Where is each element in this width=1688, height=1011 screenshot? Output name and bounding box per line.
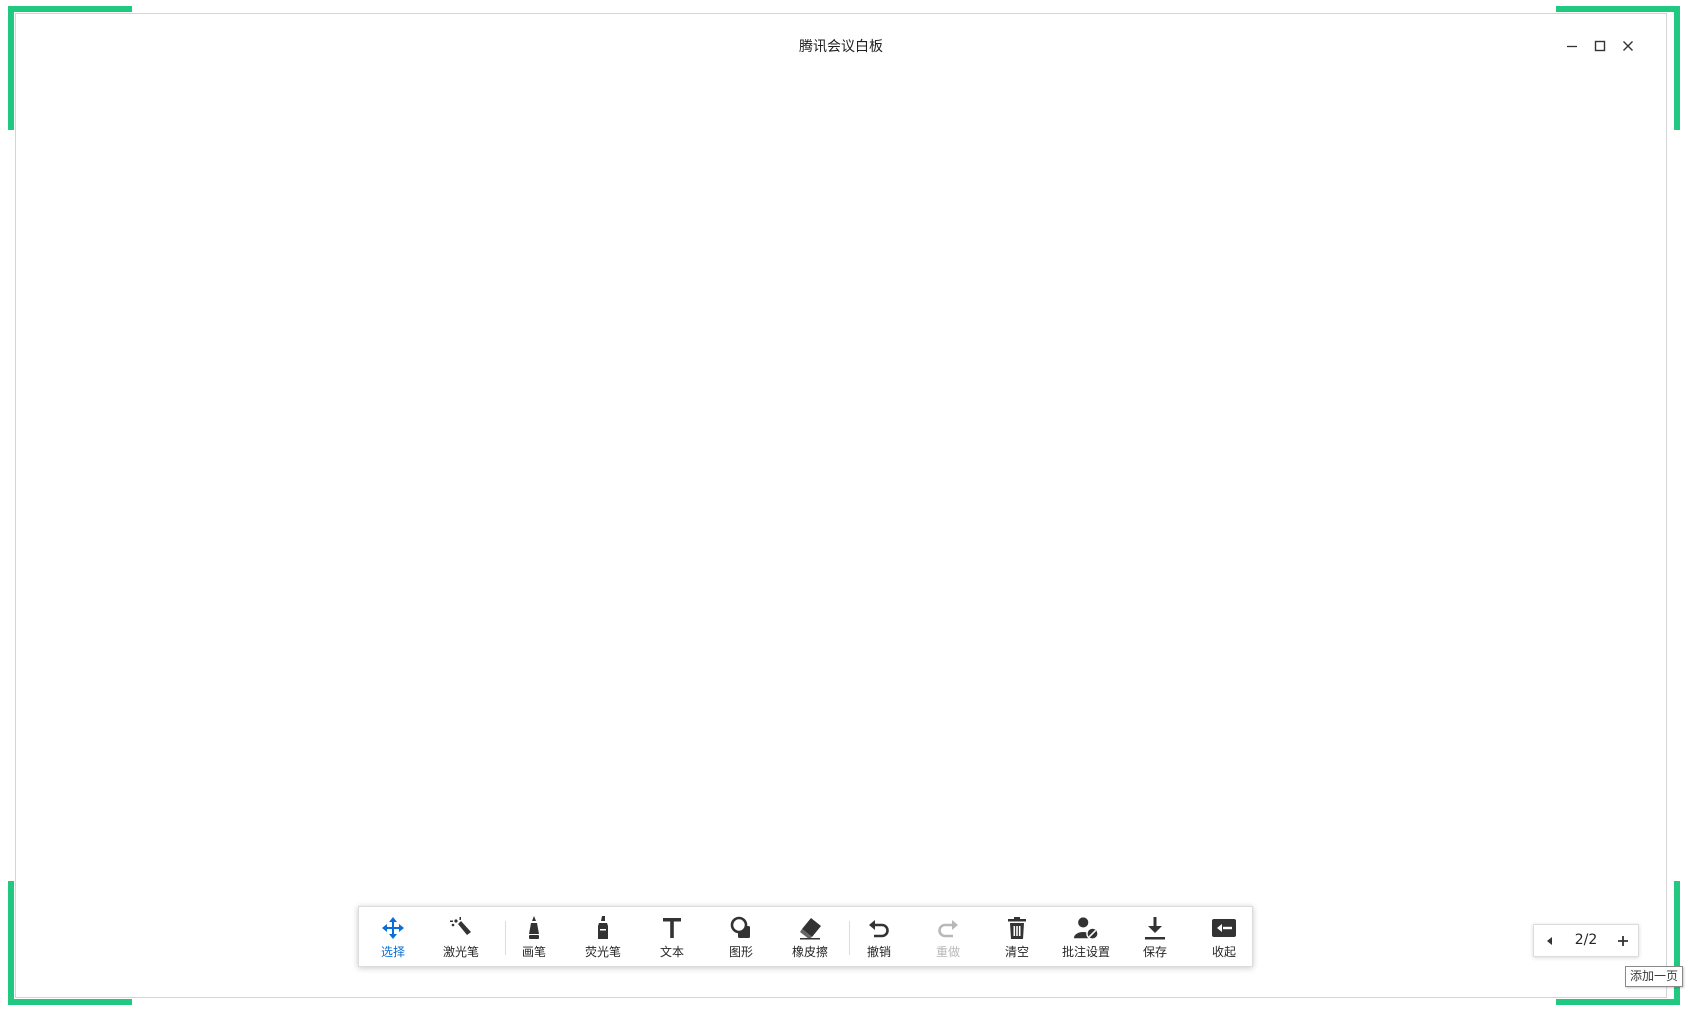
maximize-button[interactable] (1587, 34, 1613, 58)
laser-pointer-icon (448, 915, 474, 941)
pen-icon (521, 915, 547, 941)
tool-label: 撤销 (866, 945, 891, 959)
add-page-button[interactable] (1614, 932, 1632, 950)
window-title: 腾讯会议白板 (799, 39, 883, 55)
move-arrows-icon (380, 915, 406, 941)
tool-laser-pointer[interactable]: 激光笔 (431, 915, 491, 963)
tool-collapse[interactable]: 收起 (1194, 915, 1254, 963)
tool-label: 重做 (935, 945, 960, 959)
add-page-tooltip: 添加一页 (1625, 966, 1684, 987)
previous-page-button[interactable] (1542, 933, 1558, 949)
redo-icon (935, 915, 961, 941)
download-icon (1142, 915, 1168, 941)
page-indicator: 2/2 (1574, 932, 1598, 948)
tool-label: 激光笔 (442, 945, 479, 959)
highlighter-icon (590, 915, 616, 941)
tool-undo[interactable]: 撤销 (849, 915, 909, 963)
plus-icon (1618, 936, 1628, 946)
tool-label: 保存 (1142, 945, 1167, 959)
maximize-icon (1594, 40, 1606, 52)
whiteboard-window: 腾讯会议白板 (15, 13, 1667, 998)
eraser-icon (797, 915, 823, 941)
tool-eraser[interactable]: 橡皮擦 (780, 915, 840, 963)
tool-label: 图形 (728, 945, 753, 959)
tool-label: 清空 (1004, 945, 1029, 959)
annotation-settings-icon (1073, 915, 1099, 941)
tool-label: 橡皮擦 (791, 945, 828, 959)
tool-label: 荧光笔 (584, 945, 621, 959)
undo-icon (866, 915, 892, 941)
tool-text[interactable]: 文本 (642, 915, 702, 963)
tool-pen[interactable]: 画笔 (504, 915, 564, 963)
triangle-left-icon (1547, 937, 1552, 945)
minimize-button[interactable] (1559, 34, 1585, 58)
tool-highlighter[interactable]: 荧光笔 (573, 915, 633, 963)
close-icon (1623, 41, 1633, 51)
collapse-icon (1211, 915, 1237, 941)
close-button[interactable] (1615, 34, 1641, 58)
tool-annotation-settings[interactable]: 批注设置 (1056, 915, 1116, 963)
minimize-icon (1567, 45, 1577, 48)
tool-redo[interactable]: 重做 (918, 915, 978, 963)
shape-icon (728, 915, 754, 941)
tool-label: 批注设置 (1061, 945, 1110, 959)
tool-save[interactable]: 保存 (1125, 915, 1185, 963)
whiteboard-canvas[interactable] (16, 64, 1666, 997)
tool-select[interactable]: 选择 (363, 915, 423, 963)
tool-clear[interactable]: 清空 (987, 915, 1047, 963)
tool-label: 画笔 (521, 945, 546, 959)
tool-shape[interactable]: 图形 (711, 915, 771, 963)
page-navigator: 2/2 (1533, 924, 1639, 957)
text-icon (659, 915, 685, 941)
tool-label: 收起 (1211, 945, 1236, 959)
tool-label: 选择 (380, 945, 405, 959)
trash-icon (1004, 915, 1030, 941)
tool-label: 文本 (659, 945, 684, 959)
annotation-toolbar: 选择 激光笔 画笔 荧光笔 文本 图形 橡皮擦 撤销 重做 清空 批注设置 保存… (358, 906, 1253, 967)
